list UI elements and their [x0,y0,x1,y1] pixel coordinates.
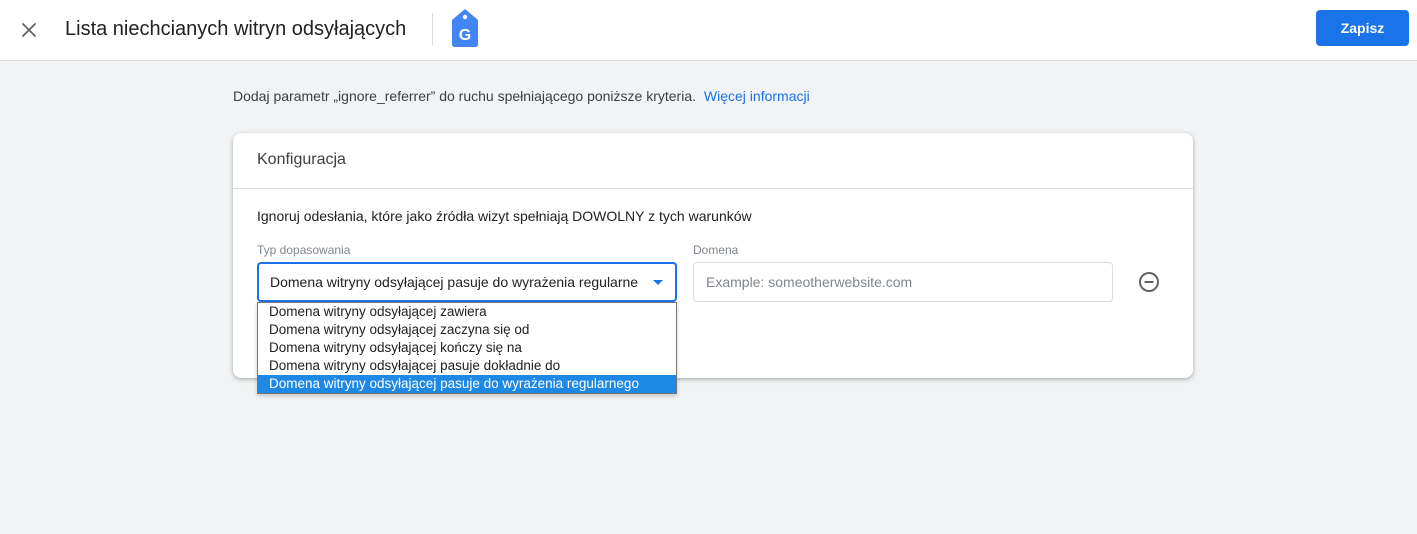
dropdown-option[interactable]: Domena witryny odsyłającej zaczyna się o… [258,321,676,339]
dropdown-option[interactable]: Domena witryny odsyłającej pasuje dokład… [258,357,676,375]
card-title: Konfiguracja [257,151,346,168]
top-app-bar: Lista niechcianych witryn odsyłających G… [0,0,1417,61]
match-type-dropdown-list: Domena witryny odsyłającej zawiera Domen… [257,302,677,394]
save-button[interactable]: Zapisz [1316,10,1409,46]
intro-text-row: Dodaj parametr „ignore_referrer” do ruch… [233,88,810,104]
match-type-select[interactable]: Domena witryny odsyłającej pasuje do wyr… [257,262,677,302]
dropdown-option[interactable]: Domena witryny odsyłającej kończy się na [258,339,676,357]
close-button[interactable] [14,15,44,45]
dropdown-option[interactable]: Domena witryny odsyłającej zawiera [258,303,676,321]
match-type-selected-value: Domena witryny odsyłającej pasuje do wyr… [270,274,639,290]
remove-circle-icon[interactable] [1137,270,1161,294]
title-divider [432,13,433,45]
logo-letter: G [459,27,471,44]
close-icon [22,23,36,37]
condition-description: Ignoruj odesłania, które jako źródła wiz… [257,208,752,224]
intro-text: Dodaj parametr „ignore_referrer” do ruch… [233,88,697,104]
domain-label: Domena [693,243,739,257]
tag-manager-logo-icon: G [452,9,478,47]
page-title: Lista niechcianych witryn odsyłających [65,18,407,40]
learn-more-link[interactable]: Więcej informacji [704,88,810,104]
domain-input[interactable] [693,262,1113,302]
caret-down-icon [653,280,663,285]
dropdown-option[interactable]: Domena witryny odsyłającej pasuje do wyr… [258,375,676,393]
match-type-label: Typ dopasowania [257,243,351,257]
card-header: Konfiguracja [233,133,1193,189]
